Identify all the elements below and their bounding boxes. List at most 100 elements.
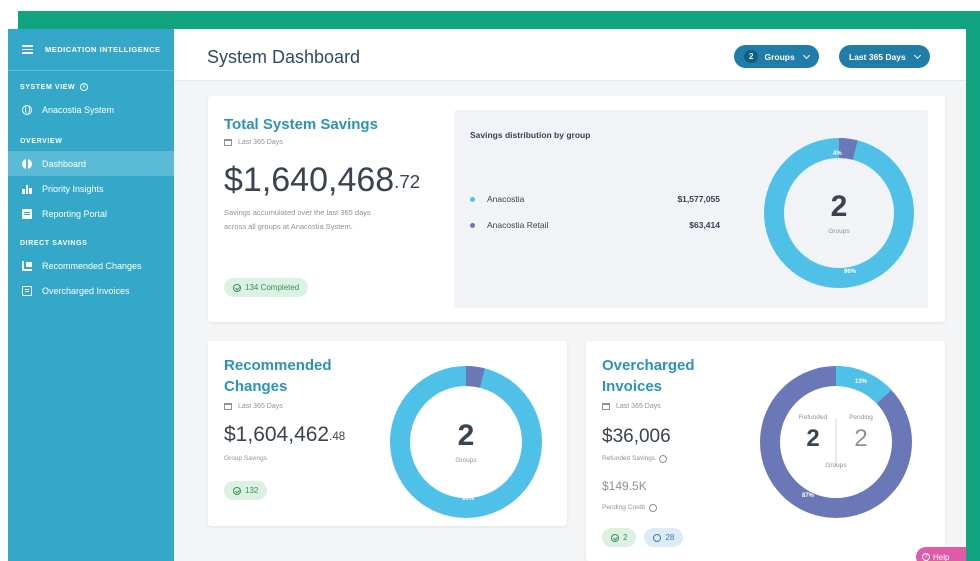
chevron-down-icon	[913, 51, 921, 59]
refunded-caption: Refunded Savings	[602, 452, 668, 466]
report-icon	[22, 208, 32, 219]
refunded-count: 2	[806, 425, 820, 452]
savings-description: Savings accumulated over the last 365 da…	[224, 208, 371, 231]
recommended-amount: $1,604,462.48	[224, 421, 345, 449]
sidebar: MEDICATION INTELLIGENCE SYSTEM VIEW i An…	[8, 29, 174, 561]
sidebar-item-label: Dashboard	[42, 158, 87, 169]
pct-label-large: 96%	[844, 269, 857, 275]
status-tags: 2 28	[602, 528, 684, 547]
globe-icon	[22, 104, 32, 115]
completed-tag[interactable]: 2	[602, 528, 637, 547]
page-title: System Dashboard	[207, 47, 361, 67]
info-icon[interactable]: i	[80, 83, 89, 91]
refunded-head: Refunded	[798, 414, 828, 421]
donut-label: Groups	[825, 462, 847, 469]
donut-number: 2	[830, 189, 848, 223]
groups-dropdown-label: Groups	[764, 51, 795, 62]
help-button[interactable]: ? Help	[916, 547, 966, 561]
invoice-icon	[22, 285, 32, 296]
recommended-donut-chart[interactable]: 2 Groups 96%	[390, 366, 542, 518]
sidebar-item-overcharged-invoices[interactable]: Overcharged Invoices	[8, 278, 174, 303]
info-icon[interactable]	[659, 455, 668, 463]
sidebar-item-label: Reporting Portal	[42, 208, 108, 219]
system-view-label: SYSTEM VIEW	[20, 83, 76, 91]
total-amount-cents: .72	[394, 171, 421, 192]
pending-count-block: Pending 2	[838, 414, 884, 453]
refunded-count-block: Refunded 2	[790, 414, 836, 453]
sidebar-item-label: Overcharged Invoices	[42, 285, 130, 296]
pending-amount: $149.5K	[602, 479, 647, 493]
overview-heading: OVERVIEW	[8, 138, 174, 145]
menu-icon[interactable]	[22, 43, 33, 56]
chevron-down-icon	[802, 51, 810, 59]
legend-dot	[470, 222, 475, 228]
sidebar-item-recommended-changes[interactable]: Recommended Changes	[8, 253, 174, 278]
card-title: Overcharged Invoices	[602, 357, 695, 395]
bar-chart-icon	[22, 184, 32, 194]
recommended-amount-main: $1,604,462	[224, 423, 330, 446]
brand-name: MEDICATION INTELLIGENCE	[45, 45, 161, 54]
pending-count: 2	[854, 425, 868, 452]
donut-center: 2 Groups	[764, 138, 914, 288]
date-range-dropdown[interactable]: Last 365 Days	[839, 45, 930, 68]
completed-tag-label: 134 Completed	[245, 283, 300, 292]
sidebar-item-label: Priority Insights	[42, 183, 104, 194]
sidebar-item-priority-insights[interactable]: Priority Insights	[8, 176, 174, 201]
sidebar-item-label: Anacostia System	[42, 104, 115, 115]
sidebar-item-reporting-portal[interactable]: Reporting Portal	[8, 201, 174, 226]
date-range-row: Last 365 Days	[602, 403, 661, 410]
date-range-text: Last 365 Days	[238, 139, 283, 146]
completed-tag[interactable]: 132	[224, 481, 268, 500]
calendar-icon	[224, 403, 232, 410]
pending-tag-label: 28	[665, 533, 675, 542]
info-icon[interactable]	[649, 504, 657, 512]
amount-caption: Group Savings	[224, 455, 267, 462]
check-circle-icon	[233, 283, 241, 292]
legend-value: $63,414	[689, 220, 720, 230]
recommended-changes-card: Recommended Changes Last 365 Days $1,604…	[208, 341, 567, 526]
pct-label-small: 4%	[833, 151, 842, 157]
calendar-icon	[224, 139, 232, 146]
pie-icon	[22, 158, 32, 169]
help-label: Help	[933, 552, 950, 561]
completed-tag-label: 132	[245, 486, 259, 495]
donut-svg	[760, 366, 912, 518]
legend-value: $1,577,055	[677, 194, 720, 204]
check-circle-icon	[233, 486, 241, 495]
overcharged-donut-chart[interactable]: Refunded 2 Pending 2 Groups 13% 87%	[760, 366, 912, 518]
groups-dropdown[interactable]: 2 Groups	[734, 45, 819, 68]
brand-header[interactable]: MEDICATION INTELLIGENCE	[8, 29, 174, 71]
completed-tag[interactable]: 134 Completed	[224, 278, 309, 297]
legend-label: Anacostia	[487, 194, 525, 204]
pct-label-small: 13%	[855, 379, 868, 385]
legend-dot	[470, 196, 475, 202]
card-title: Recommended Changes	[224, 357, 332, 395]
card-title: Total System Savings	[224, 116, 378, 133]
date-range-label: Last 365 Days	[849, 51, 906, 62]
screenshot-frame: MEDICATION INTELLIGENCE SYSTEM VIEW i An…	[0, 0, 980, 561]
donut-label: Groups	[828, 227, 850, 235]
total-amount-main: $1,640,468	[224, 161, 395, 199]
donut-label: Groups	[455, 456, 477, 464]
pending-caption: Pending Credit	[602, 501, 657, 515]
completed-tag-label: 2	[623, 533, 628, 542]
calendar-icon	[602, 403, 610, 410]
date-range-row: Last 365 Days	[224, 139, 283, 146]
refunded-amount: $36,006	[602, 426, 671, 447]
pending-tag[interactable]: 28	[644, 528, 684, 547]
question-icon: ?	[922, 553, 930, 561]
overview-label: OVERVIEW	[20, 138, 63, 145]
changes-icon	[22, 260, 32, 271]
recommended-amount-cents: .48	[329, 431, 346, 443]
sidebar-item-system[interactable]: Anacostia System	[8, 97, 174, 122]
frame-accent-top	[18, 11, 980, 29]
check-circle-icon	[611, 533, 619, 542]
groups-count-badge: 2	[744, 50, 759, 63]
pct-label-large: 96%	[462, 496, 475, 502]
savings-donut-chart[interactable]: 2 Groups 4% 96%	[764, 138, 914, 288]
legend-item: Anacostia $1,577,055	[470, 194, 720, 204]
donut-number: 2	[457, 418, 475, 452]
direct-savings-label: DIRECT SAVINGS	[20, 240, 88, 247]
sidebar-item-label: Recommended Changes	[42, 260, 142, 271]
sidebar-item-dashboard[interactable]: Dashboard	[8, 151, 174, 176]
